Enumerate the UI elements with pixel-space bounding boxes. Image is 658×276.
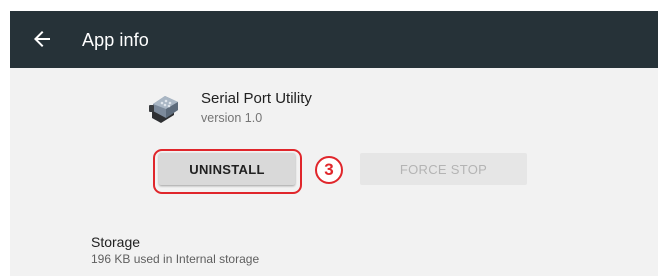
storage-title[interactable]: Storage	[91, 234, 140, 250]
app-version: version 1.0	[201, 111, 263, 125]
app-info-screen: App info Serial Port Utility version 1.0…	[10, 11, 658, 276]
force-stop-button[interactable]: FORCE STOP	[360, 153, 527, 185]
uninstall-button[interactable]: UNINSTALL	[159, 153, 295, 185]
back-arrow-icon	[34, 31, 50, 47]
back-button[interactable]	[30, 27, 54, 51]
app-bar: App info	[10, 11, 658, 68]
storage-detail: 196 KB used in Internal storage	[91, 252, 260, 266]
page-title: App info	[82, 30, 149, 50]
serial-port-connector-icon	[148, 91, 182, 125]
step-number-badge: 3	[315, 156, 343, 184]
app-name: Serial Port Utility	[201, 90, 312, 107]
